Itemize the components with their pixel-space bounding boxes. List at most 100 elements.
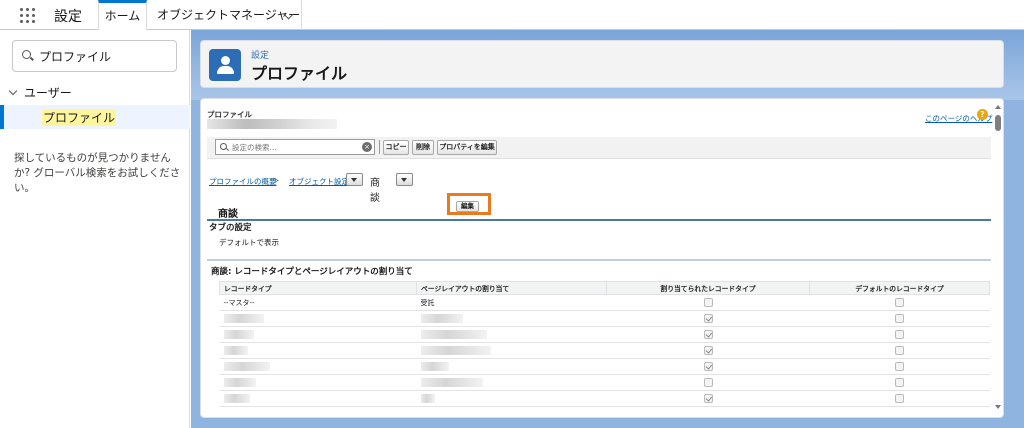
setup-search-input[interactable] bbox=[232, 141, 352, 153]
table-row: --マスタ-- 受託 bbox=[219, 294, 990, 311]
layout-cell: 受託 bbox=[416, 294, 607, 311]
assigned-checkbox[interactable] bbox=[703, 346, 713, 355]
record-type-cell-redacted bbox=[219, 358, 417, 375]
redacted-text bbox=[223, 378, 256, 387]
record-type-cell: --マスタ-- bbox=[219, 294, 417, 311]
default-cell bbox=[809, 358, 990, 375]
record-type-cell-redacted bbox=[219, 310, 417, 327]
redacted-text bbox=[420, 314, 463, 323]
edit-button[interactable]: 編集 bbox=[456, 201, 479, 212]
tab-object-manager[interactable]: オブジェクトマネージャー bbox=[148, 0, 302, 30]
vertical-scrollbar[interactable] bbox=[993, 99, 1003, 417]
record-type-cell-redacted bbox=[219, 390, 417, 407]
breadcrumb-current: 商談 bbox=[370, 178, 380, 204]
layout-cell-redacted bbox=[416, 374, 607, 391]
app-launcher-icon[interactable] bbox=[20, 8, 36, 24]
tab-settings-value: デフォルトで表示 bbox=[219, 238, 279, 247]
redacted-text bbox=[223, 362, 270, 371]
default-checkbox[interactable] bbox=[895, 298, 904, 307]
user-icon bbox=[209, 49, 241, 81]
tree-node-users[interactable]: ユーザー bbox=[8, 84, 72, 101]
section-title: 商談 bbox=[218, 209, 238, 220]
assigned-cell bbox=[606, 358, 810, 375]
column-header-default: デフォルトのレコードタイプ bbox=[809, 281, 990, 295]
tab-settings-heading: タブの設定 bbox=[209, 223, 252, 233]
assigned-cell bbox=[606, 374, 810, 391]
table-row bbox=[219, 390, 990, 407]
main-content: 設定 プロファイル プロファイル このページのヘルプ ? × コピー 削除 プロ… bbox=[191, 30, 1024, 428]
scroll-down-arrow-icon[interactable] bbox=[995, 405, 1001, 409]
default-checkbox[interactable] bbox=[895, 362, 904, 371]
column-header-layout: ページレイアウトの割り当て bbox=[416, 281, 607, 295]
layout-cell-redacted bbox=[416, 390, 607, 407]
default-cell bbox=[809, 390, 990, 407]
section-divider bbox=[207, 259, 991, 261]
profile-toolbar: × コピー 削除 プロパティを編集 bbox=[207, 137, 991, 159]
redacted-text bbox=[223, 346, 248, 355]
table-row bbox=[219, 310, 990, 327]
redacted-text bbox=[420, 346, 491, 355]
record-type-cell-redacted bbox=[219, 374, 417, 391]
copy-button[interactable]: コピー bbox=[383, 140, 409, 155]
assigned-checkbox[interactable] bbox=[703, 314, 713, 323]
sidebar-help-text: 探しているものが見つかりませんか? グローバル検索をお試しください。 bbox=[14, 152, 181, 194]
tree-node-profiles-label: プロファイル bbox=[42, 109, 117, 126]
breadcrumb-object-settings[interactable]: オブジェクト設定 bbox=[289, 176, 349, 187]
scroll-up-arrow-icon[interactable] bbox=[995, 105, 1001, 109]
help-icon[interactable]: ? bbox=[977, 109, 988, 120]
assignment-section-title: 商談: レコードタイプとページレイアウトの割り当て bbox=[211, 267, 413, 277]
toolbar-divider bbox=[379, 140, 380, 154]
assigned-checkbox[interactable] bbox=[703, 394, 713, 403]
current-object-dropdown-icon[interactable] bbox=[396, 173, 413, 186]
assigned-cell bbox=[606, 310, 810, 327]
tree-node-users-label: ユーザー bbox=[24, 86, 72, 100]
redacted-text bbox=[223, 394, 250, 403]
table-row bbox=[219, 358, 990, 375]
default-cell bbox=[809, 310, 990, 327]
default-cell bbox=[809, 374, 990, 391]
object-settings-dropdown-icon[interactable] bbox=[346, 173, 363, 186]
table-row bbox=[219, 342, 990, 359]
layout-cell-redacted bbox=[416, 342, 607, 359]
breadcrumb-profile-overview[interactable]: プロファイルの概要 bbox=[209, 176, 277, 187]
tab-home[interactable]: ホーム bbox=[98, 0, 147, 30]
assigned-cell bbox=[606, 294, 810, 311]
table-row bbox=[219, 326, 990, 343]
default-checkbox[interactable] bbox=[895, 314, 904, 323]
assigned-checkbox[interactable] bbox=[703, 330, 713, 339]
default-checkbox[interactable] bbox=[895, 346, 904, 355]
record-type-cell-redacted bbox=[219, 326, 417, 343]
layout-cell-redacted bbox=[416, 310, 607, 327]
setup-search-box[interactable]: × bbox=[215, 139, 375, 155]
section-header: 商談 編集 bbox=[207, 193, 991, 221]
redacted-text bbox=[223, 330, 254, 339]
edit-properties-button[interactable]: プロパティを編集 bbox=[437, 140, 497, 155]
delete-button[interactable]: 削除 bbox=[412, 140, 434, 155]
quick-find-box[interactable] bbox=[12, 40, 177, 72]
assigned-checkbox[interactable] bbox=[703, 362, 713, 371]
table-header-row: レコードタイプ ページレイアウトの割り当て 割り当てられたレコードタイプ デフォ… bbox=[219, 281, 990, 295]
record-type-assignment-table: レコードタイプ ページレイアウトの割り当て 割り当てられたレコードタイプ デフォ… bbox=[219, 281, 990, 407]
clear-search-icon[interactable]: × bbox=[362, 142, 372, 152]
search-icon bbox=[22, 50, 31, 59]
chevron-down-icon[interactable] bbox=[8, 86, 18, 96]
default-checkbox[interactable] bbox=[895, 330, 904, 339]
quick-find-input[interactable] bbox=[39, 47, 169, 65]
app-title: 設定 bbox=[54, 9, 82, 25]
assigned-checkbox[interactable] bbox=[703, 378, 713, 387]
page-title: プロファイル bbox=[251, 64, 348, 83]
column-header-record-type: レコードタイプ bbox=[219, 281, 417, 295]
page-header: 設定 プロファイル bbox=[200, 40, 1004, 88]
record-type-cell-redacted bbox=[219, 342, 417, 359]
default-checkbox[interactable] bbox=[895, 378, 904, 387]
redacted-text bbox=[420, 330, 487, 339]
table-row bbox=[219, 374, 990, 391]
scroll-thumb[interactable] bbox=[995, 115, 1001, 131]
redacted-text bbox=[420, 378, 483, 387]
default-checkbox[interactable] bbox=[895, 394, 904, 403]
tree-node-profiles[interactable]: プロファイル bbox=[0, 105, 190, 129]
assigned-cell bbox=[606, 342, 810, 359]
profile-name-redacted bbox=[207, 119, 337, 129]
tab-object-manager-label: オブジェクトマネージャー bbox=[157, 8, 301, 22]
assigned-checkbox[interactable] bbox=[703, 298, 713, 307]
